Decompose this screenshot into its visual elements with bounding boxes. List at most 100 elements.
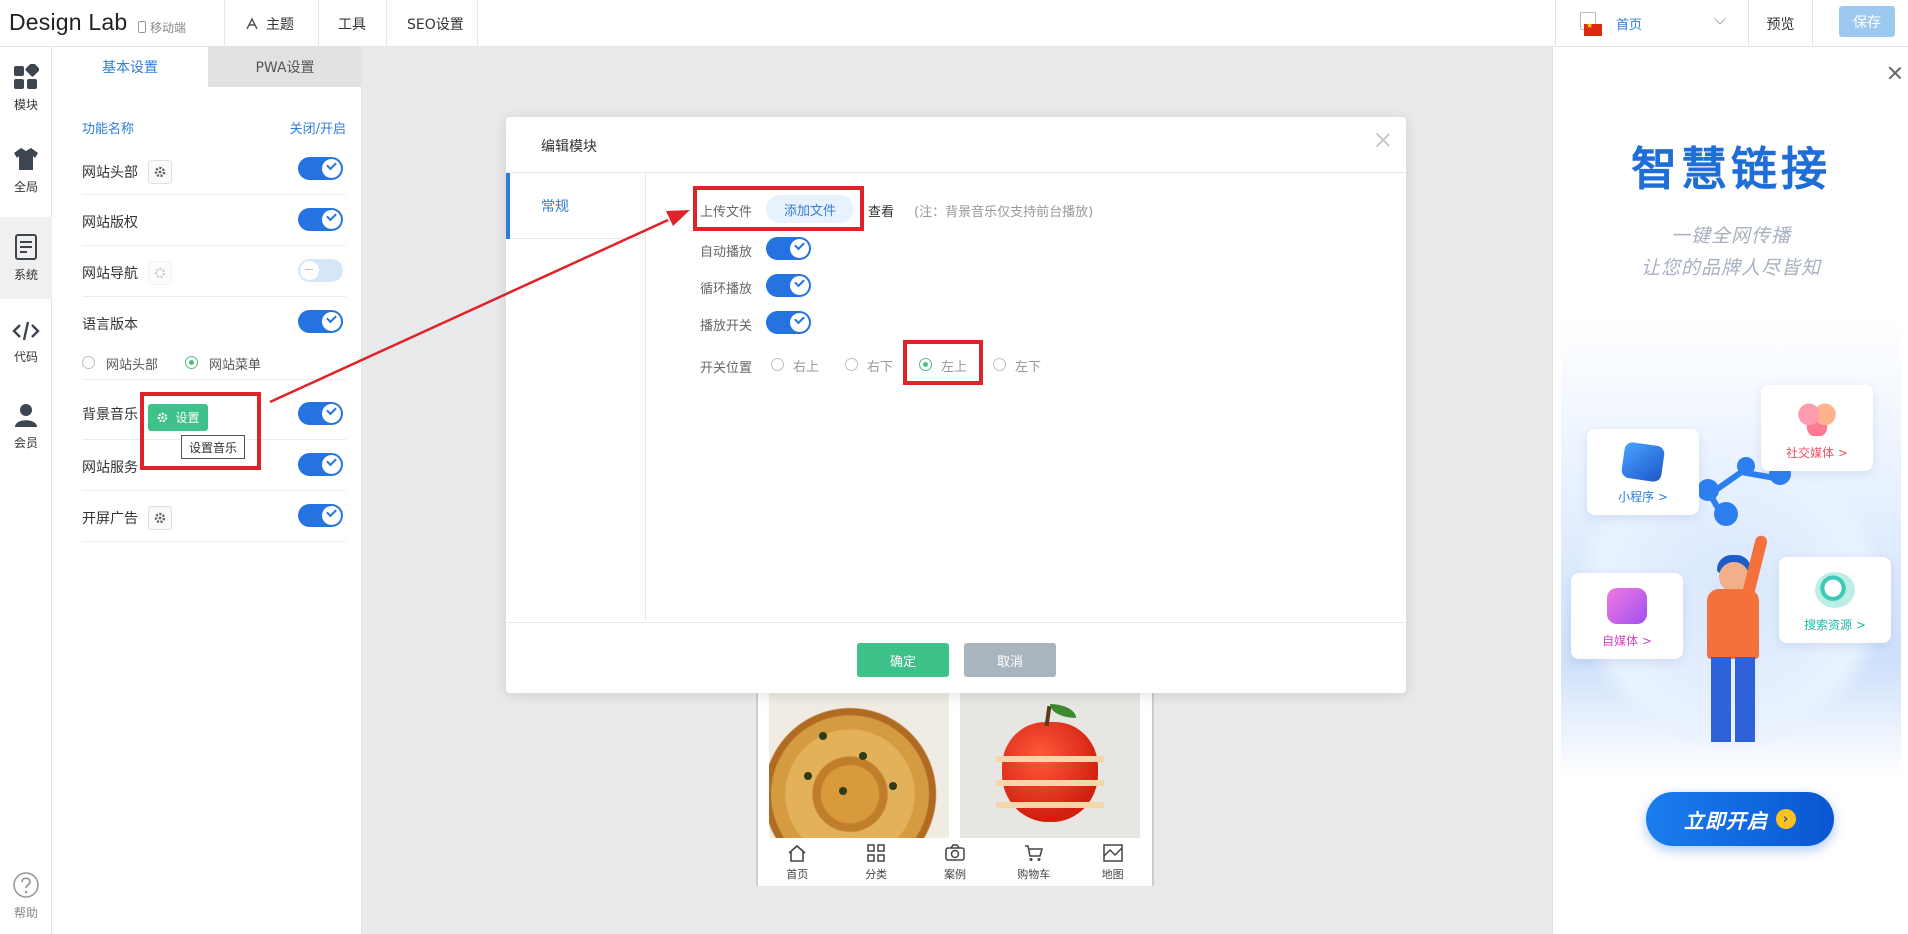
promo-card-selfmedia[interactable]: 自媒体 > (1571, 573, 1683, 659)
china-flag-icon (1584, 21, 1602, 36)
setting-label: 网站导航 (82, 266, 138, 282)
tab-category[interactable]: 分类 (837, 840, 916, 886)
rail-item-code[interactable]: 代码 (0, 301, 52, 383)
start-now-button[interactable]: 立即开启 › (1646, 792, 1834, 846)
nav-tools-label: 工具 (338, 16, 366, 33)
view-link[interactable]: 查看 (868, 201, 894, 220)
loop-toggle[interactable] (766, 274, 811, 297)
autoplay-toggle[interactable] (766, 237, 811, 260)
promo-title: 智慧链接 (1631, 142, 1831, 196)
toggle-switch[interactable] (298, 504, 343, 527)
gear-icon[interactable] (148, 506, 172, 530)
close-icon[interactable] (1887, 65, 1903, 81)
confirm-button[interactable]: 确定 (857, 643, 949, 677)
tab-label: 购物车 (1017, 868, 1051, 881)
tab-basic-settings[interactable]: 基本设置 (52, 47, 208, 87)
loop-label: 循环播放 (700, 282, 753, 297)
promo-card-miniprogram[interactable]: 小程序 > (1587, 429, 1699, 515)
camera-icon (945, 844, 965, 861)
toggle-switch[interactable] (298, 157, 343, 180)
promo-card-social[interactable]: 社交媒体 > (1761, 385, 1873, 471)
rail-item-label: 系统 (13, 267, 38, 282)
rail-item-label: 模块 (13, 97, 38, 112)
header-toggle: 关闭/开启 (289, 122, 346, 137)
start-now-label: 立即开启 (1684, 808, 1768, 833)
nav-theme[interactable]: 主题 (244, 0, 294, 47)
setting-row-copyright: 网站版权 (82, 195, 346, 246)
radio-header[interactable] (82, 356, 95, 369)
gear-icon[interactable] (148, 160, 172, 184)
dialog-header: 编辑模块 (506, 117, 1406, 173)
theme-icon (244, 16, 260, 32)
toggle-switch[interactable] (298, 453, 343, 476)
help-label: 帮助 (13, 906, 38, 920)
arrow-right-icon: › (1776, 809, 1796, 829)
toggle-switch[interactable] (298, 208, 343, 231)
dialog-footer-divider (506, 622, 1406, 623)
radio-bottom-right[interactable] (845, 358, 858, 371)
nav-theme-label: 主题 (266, 16, 294, 33)
rail-item-label: 全局 (13, 179, 38, 194)
user-icon (15, 403, 37, 427)
dialog-sidebar: 常规 (506, 173, 646, 621)
help-button[interactable]: 帮助 (0, 871, 52, 921)
gear-icon[interactable] (148, 261, 172, 285)
header-function-name: 功能名称 (82, 122, 135, 137)
promo-panel: 智慧链接 一键全网传播 让您的品牌人尽皆知 小程序 > 社交媒体 > 自媒体 > (1552, 47, 1908, 934)
promo-subtitle: 一键全网传播 (1670, 225, 1791, 247)
tab-home[interactable]: 首页 (758, 840, 837, 886)
tab-general[interactable]: 常规 (506, 173, 646, 239)
setting-label: 网站版权 (82, 215, 138, 231)
rail-item-system[interactable]: 系统 (0, 217, 52, 299)
highlight-box (903, 340, 983, 385)
shirt-icon (14, 147, 38, 170)
cancel-button[interactable]: 取消 (964, 643, 1056, 677)
promo-card-search[interactable]: 搜索资源 > (1779, 557, 1891, 643)
page-select[interactable]: 首页 (1555, 0, 1749, 47)
radio-top-right[interactable] (771, 358, 784, 371)
promo-card-label: 搜索资源 > (1804, 618, 1866, 632)
divider (318, 0, 319, 47)
rail-item-modules[interactable]: 模块 (0, 47, 52, 129)
play-switch-label: 播放开关 (700, 319, 753, 334)
chevron-down-icon (1714, 13, 1726, 25)
setting-label: 网站头部 (82, 165, 138, 181)
setting-label: 背景音乐 (82, 407, 138, 423)
search-cloud-icon (1815, 572, 1855, 608)
close-icon[interactable] (1374, 131, 1392, 149)
tab-label: 地图 (1101, 868, 1124, 881)
setting-row-language: 语言版本 网站头部 网站菜单 (82, 297, 346, 380)
cube-icon (1620, 441, 1666, 483)
preview-button[interactable]: 预览 (1749, 0, 1813, 47)
apple-image (960, 692, 1140, 838)
tab-map[interactable]: 地图 (1073, 840, 1152, 886)
rail-item-label: 代码 (13, 349, 38, 364)
radio-bottom-left[interactable] (993, 358, 1006, 371)
play-switch-toggle[interactable] (766, 311, 811, 334)
rail-item-global[interactable]: 全局 (0, 129, 52, 211)
radio-label: 网站菜单 (209, 358, 262, 373)
home-icon (788, 844, 806, 862)
rail-item-member[interactable]: 会员 (0, 385, 52, 467)
radio-label: 左下 (1015, 360, 1042, 375)
save-button[interactable]: 保存 (1839, 6, 1895, 37)
radio-menu[interactable] (185, 356, 198, 369)
nav-tools[interactable]: 工具 (338, 0, 366, 47)
nav-seo[interactable]: SEO设置 (407, 0, 464, 47)
setting-label: 语言版本 (82, 317, 138, 333)
tab-pwa-settings[interactable]: PWA设置 (208, 47, 362, 87)
upload-note: (注：背景音乐仅支持前台播放) (914, 205, 1094, 220)
setting-label: 开屏广告 (82, 511, 138, 527)
setting-row-nav: 网站导航 (82, 246, 346, 297)
map-icon (1102, 844, 1123, 862)
left-rail: 模块 全局 系统 代码 会员 帮助 (0, 47, 52, 934)
toggle-switch[interactable] (298, 310, 343, 333)
autoplay-label: 自动播放 (700, 245, 753, 260)
code-icon (12, 321, 40, 340)
tab-cases[interactable]: 案例 (916, 840, 995, 886)
phone-preview: 首页 分类 案例 购物车 地图 (756, 682, 1154, 886)
tab-cart[interactable]: 购物车 (994, 840, 1073, 886)
mobile-switch[interactable]: 移动端 (138, 19, 186, 36)
toggle-switch[interactable] (298, 259, 343, 282)
toggle-switch[interactable] (298, 402, 343, 425)
